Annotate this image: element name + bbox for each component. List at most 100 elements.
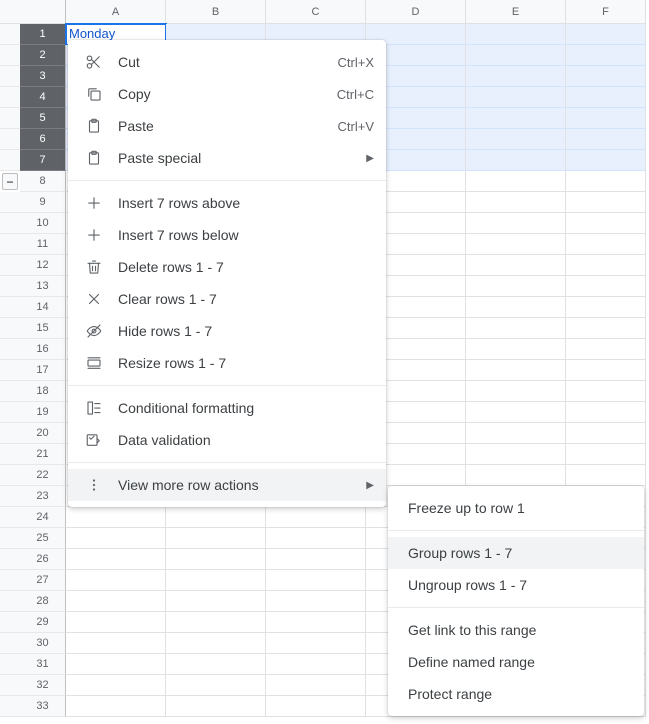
submenu-item[interactable]: Group rows 1 - 7 <box>388 537 644 569</box>
row-header[interactable]: 16 <box>20 339 66 360</box>
row-header[interactable]: 23 <box>20 486 66 507</box>
cell[interactable] <box>566 402 646 423</box>
row-header[interactable]: 29 <box>20 612 66 633</box>
cell[interactable] <box>566 255 646 276</box>
row-header[interactable]: 24 <box>20 507 66 528</box>
cell[interactable] <box>566 24 646 45</box>
cell[interactable] <box>266 675 366 696</box>
row-header[interactable]: 11 <box>20 234 66 255</box>
cell[interactable] <box>566 318 646 339</box>
row-header[interactable]: 32 <box>20 675 66 696</box>
cell[interactable] <box>466 276 566 297</box>
cell[interactable] <box>466 24 566 45</box>
cell[interactable] <box>566 339 646 360</box>
row-header[interactable]: 8 <box>20 171 66 192</box>
cell[interactable] <box>66 591 166 612</box>
menu-item[interactable]: CutCtrl+X <box>68 46 386 78</box>
cell[interactable] <box>66 696 166 717</box>
menu-item[interactable]: Data validation <box>68 424 386 456</box>
column-header[interactable]: B <box>166 0 266 24</box>
cell[interactable] <box>66 570 166 591</box>
submenu-item[interactable]: Freeze up to row 1 <box>388 492 644 524</box>
menu-item[interactable]: CopyCtrl+C <box>68 78 386 110</box>
cell[interactable] <box>466 45 566 66</box>
submenu-item[interactable]: Define named range <box>388 646 644 678</box>
cell[interactable] <box>466 381 566 402</box>
cell[interactable] <box>66 675 166 696</box>
menu-item[interactable]: Conditional formatting <box>68 392 386 424</box>
row-header[interactable]: 27 <box>20 570 66 591</box>
cell[interactable] <box>166 591 266 612</box>
cell[interactable] <box>466 234 566 255</box>
cell[interactable] <box>566 171 646 192</box>
menu-item[interactable]: Hide rows 1 - 7 <box>68 315 386 347</box>
row-header[interactable]: 15 <box>20 318 66 339</box>
cell[interactable] <box>466 171 566 192</box>
cell[interactable] <box>266 696 366 717</box>
row-header[interactable]: 19 <box>20 402 66 423</box>
cell[interactable] <box>566 150 646 171</box>
row-header[interactable]: 18 <box>20 381 66 402</box>
column-header[interactable]: A <box>66 0 166 24</box>
cell[interactable] <box>466 444 566 465</box>
cell[interactable] <box>66 654 166 675</box>
cell[interactable] <box>266 612 366 633</box>
menu-item[interactable]: Insert 7 rows below <box>68 219 386 251</box>
cell[interactable] <box>466 465 566 486</box>
cell[interactable] <box>66 549 166 570</box>
menu-item[interactable]: Insert 7 rows above <box>68 187 386 219</box>
cell[interactable] <box>466 255 566 276</box>
cell[interactable] <box>166 549 266 570</box>
cell[interactable] <box>466 129 566 150</box>
cell[interactable] <box>566 66 646 87</box>
row-header[interactable]: 10 <box>20 213 66 234</box>
cell[interactable] <box>566 423 646 444</box>
column-header[interactable]: D <box>366 0 466 24</box>
row-header[interactable]: 7 <box>20 150 66 171</box>
menu-item[interactable]: Delete rows 1 - 7 <box>68 251 386 283</box>
cell[interactable] <box>566 108 646 129</box>
row-header[interactable]: 30 <box>20 633 66 654</box>
menu-item[interactable]: PasteCtrl+V <box>68 110 386 142</box>
column-header[interactable]: E <box>466 0 566 24</box>
cell[interactable] <box>66 612 166 633</box>
cell[interactable] <box>466 423 566 444</box>
cell[interactable] <box>266 549 366 570</box>
row-header[interactable]: 3 <box>20 66 66 87</box>
row-header[interactable]: 13 <box>20 276 66 297</box>
cell[interactable] <box>166 612 266 633</box>
submenu-item[interactable]: Get link to this range <box>388 614 644 646</box>
cell[interactable] <box>466 318 566 339</box>
cell[interactable] <box>566 192 646 213</box>
column-header[interactable]: C <box>266 0 366 24</box>
menu-item[interactable]: View more row actions▶ <box>68 469 386 501</box>
cell[interactable] <box>266 591 366 612</box>
cell[interactable] <box>166 528 266 549</box>
row-header[interactable]: 22 <box>20 465 66 486</box>
row-header[interactable]: 14 <box>20 297 66 318</box>
cell[interactable] <box>566 297 646 318</box>
cell[interactable] <box>566 234 646 255</box>
cell[interactable] <box>166 570 266 591</box>
row-header[interactable]: 26 <box>20 549 66 570</box>
cell[interactable] <box>466 87 566 108</box>
cell[interactable] <box>166 654 266 675</box>
row-header[interactable]: 4 <box>20 87 66 108</box>
menu-item[interactable]: Paste special▶ <box>68 142 386 174</box>
cell[interactable] <box>466 150 566 171</box>
menu-item[interactable]: Clear rows 1 - 7 <box>68 283 386 315</box>
cell[interactable] <box>566 276 646 297</box>
row-header[interactable]: 21 <box>20 444 66 465</box>
submenu-item[interactable]: Ungroup rows 1 - 7 <box>388 569 644 601</box>
row-header[interactable]: 25 <box>20 528 66 549</box>
row-header[interactable]: 5 <box>20 108 66 129</box>
cell[interactable] <box>266 654 366 675</box>
row-header[interactable]: 31 <box>20 654 66 675</box>
cell[interactable] <box>566 45 646 66</box>
cell[interactable] <box>266 570 366 591</box>
cell[interactable] <box>566 444 646 465</box>
row-header[interactable]: 1 <box>20 24 66 45</box>
cell[interactable] <box>466 192 566 213</box>
cell[interactable] <box>566 360 646 381</box>
cell[interactable] <box>466 297 566 318</box>
